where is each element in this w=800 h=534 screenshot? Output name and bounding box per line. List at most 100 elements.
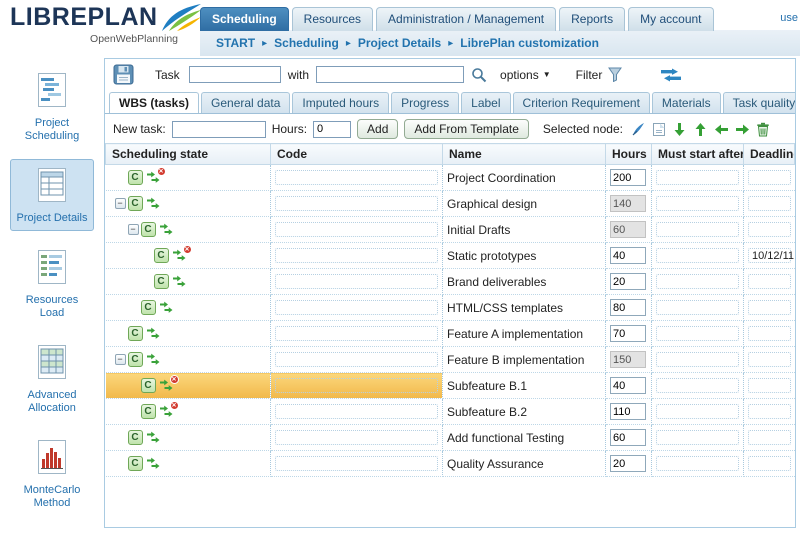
name-cell[interactable]: Subfeature B.2 bbox=[443, 399, 606, 425]
deadline-cell[interactable]: 10/12/11 bbox=[744, 243, 795, 269]
must-start-after-cell[interactable] bbox=[652, 243, 744, 269]
tab-label[interactable]: Label bbox=[461, 92, 510, 113]
with-filter-input[interactable] bbox=[316, 66, 464, 83]
table-row[interactable]: CBrand deliverables bbox=[106, 269, 795, 295]
code-input[interactable] bbox=[275, 430, 438, 445]
hours-input[interactable] bbox=[610, 429, 646, 446]
table-row[interactable]: −CInitial Drafts bbox=[106, 217, 795, 243]
scheduling-state-icon[interactable]: C bbox=[154, 248, 169, 263]
code-input[interactable] bbox=[275, 456, 438, 471]
code-input[interactable] bbox=[275, 196, 438, 211]
tab-wbs-tasks[interactable]: WBS (tasks) bbox=[109, 92, 199, 114]
must-start-after-input[interactable] bbox=[656, 300, 739, 315]
must-start-after-input[interactable] bbox=[656, 248, 739, 263]
code-input[interactable] bbox=[275, 326, 438, 341]
deadline-input[interactable] bbox=[748, 404, 791, 419]
deadline-input[interactable] bbox=[748, 300, 791, 315]
code-cell[interactable] bbox=[271, 425, 443, 451]
table-row[interactable]: −CGraphical design bbox=[106, 191, 795, 217]
must-start-after-input[interactable] bbox=[656, 274, 739, 289]
pencil-icon[interactable] bbox=[631, 122, 646, 137]
task-arrows-icon[interactable]: ✕ bbox=[160, 405, 173, 418]
deadline-cell[interactable] bbox=[744, 217, 795, 243]
code-input[interactable] bbox=[275, 352, 438, 367]
new-task-hours-input[interactable] bbox=[313, 121, 351, 138]
task-arrows-icon[interactable] bbox=[160, 223, 173, 236]
deadline-cell[interactable] bbox=[744, 347, 795, 373]
code-input[interactable] bbox=[275, 222, 438, 237]
deadline-cell[interactable] bbox=[744, 425, 795, 451]
code-cell[interactable] bbox=[271, 321, 443, 347]
scheduling-state-icon[interactable]: C bbox=[154, 274, 169, 289]
code-input[interactable] bbox=[275, 248, 438, 263]
deadline-input[interactable] bbox=[748, 196, 791, 211]
collapse-toggle-icon[interactable]: − bbox=[128, 224, 139, 235]
name-cell[interactable]: Add functional Testing bbox=[443, 425, 606, 451]
must-start-after-input[interactable] bbox=[656, 352, 739, 367]
code-cell[interactable] bbox=[271, 451, 443, 477]
code-cell[interactable] bbox=[271, 295, 443, 321]
scheduling-state-icon[interactable]: C bbox=[128, 196, 143, 211]
task-arrows-icon[interactable] bbox=[147, 457, 160, 470]
sidebar-item-resources-load[interactable]: Resources Load bbox=[10, 241, 94, 326]
must-start-after-input[interactable] bbox=[656, 378, 739, 393]
must-start-after-input[interactable] bbox=[656, 456, 739, 471]
must-start-after-cell[interactable] bbox=[652, 425, 744, 451]
deadline-input[interactable] bbox=[748, 326, 791, 341]
must-start-after-cell[interactable] bbox=[652, 165, 744, 191]
sidebar-item-advanced-allocation[interactable]: Advanced Allocation bbox=[10, 336, 94, 421]
task-arrows-icon[interactable]: ✕ bbox=[173, 249, 186, 262]
name-cell[interactable]: Feature B implementation bbox=[443, 347, 606, 373]
hours-input[interactable] bbox=[610, 377, 646, 394]
scheduling-state-icon[interactable]: C bbox=[141, 300, 156, 315]
tab-imputed-hours[interactable]: Imputed hours bbox=[292, 92, 389, 113]
tab-task-quality-forms[interactable]: Task quality forms bbox=[723, 92, 795, 113]
deadline-input[interactable]: 10/12/11 bbox=[748, 248, 791, 263]
user-menu[interactable]: use bbox=[780, 12, 798, 24]
code-input[interactable] bbox=[275, 300, 438, 315]
table-row[interactable]: C✕Project Coordination bbox=[106, 165, 795, 191]
code-input[interactable] bbox=[275, 170, 438, 185]
table-row[interactable]: C✕Subfeature B.2 bbox=[106, 399, 795, 425]
code-input[interactable] bbox=[275, 274, 438, 289]
hours-input[interactable] bbox=[610, 403, 646, 420]
deadline-input[interactable] bbox=[748, 378, 791, 393]
code-cell[interactable] bbox=[271, 373, 443, 399]
deadline-cell[interactable] bbox=[744, 191, 795, 217]
scheduling-state-icon[interactable]: C bbox=[128, 352, 143, 367]
libreplan-logo[interactable]: LIBREPLAN OpenWebPlanning bbox=[10, 2, 200, 45]
table-row[interactable]: CAdd functional Testing bbox=[106, 425, 795, 451]
options-dropdown[interactable]: options ▼ bbox=[500, 68, 551, 82]
code-cell[interactable] bbox=[271, 165, 443, 191]
move-down-icon[interactable] bbox=[672, 122, 687, 137]
code-input[interactable] bbox=[275, 404, 438, 419]
deadline-input[interactable] bbox=[748, 456, 791, 471]
deadline-cell[interactable] bbox=[744, 165, 795, 191]
name-cell[interactable]: HTML/CSS templates bbox=[443, 295, 606, 321]
delete-trash-icon[interactable] bbox=[756, 122, 770, 137]
table-row[interactable]: CFeature A implementation bbox=[106, 321, 795, 347]
must-start-after-input[interactable] bbox=[656, 430, 739, 445]
deadline-cell[interactable] bbox=[744, 373, 795, 399]
breadcrumb-item-start[interactable]: START bbox=[216, 36, 255, 50]
code-cell[interactable] bbox=[271, 243, 443, 269]
table-row[interactable]: CQuality Assurance bbox=[106, 451, 795, 477]
task-arrows-icon[interactable]: ✕ bbox=[160, 379, 173, 392]
table-row[interactable]: −C Feature B implementation bbox=[106, 347, 795, 373]
deadline-input[interactable] bbox=[748, 170, 791, 185]
sidebar-item-montecarlo-method[interactable]: MonteCarlo Method bbox=[10, 431, 94, 516]
hours-input[interactable] bbox=[610, 221, 646, 238]
unindent-left-icon[interactable] bbox=[714, 122, 729, 137]
name-cell[interactable]: Graphical design bbox=[443, 191, 606, 217]
name-cell[interactable]: Feature A implementation bbox=[443, 321, 606, 347]
collapse-toggle-icon[interactable]: − bbox=[115, 354, 126, 365]
must-start-after-cell[interactable] bbox=[652, 373, 744, 399]
must-start-after-cell[interactable] bbox=[652, 269, 744, 295]
code-cell[interactable] bbox=[271, 217, 443, 243]
hours-input[interactable] bbox=[610, 325, 646, 342]
search-icon[interactable] bbox=[471, 67, 487, 83]
table-row[interactable]: C✕Static prototypes10/12/11 bbox=[106, 243, 795, 269]
sidebar-item-project-scheduling[interactable]: Project Scheduling bbox=[10, 64, 94, 149]
deadline-cell[interactable] bbox=[744, 399, 795, 425]
code-cell[interactable] bbox=[271, 347, 443, 373]
